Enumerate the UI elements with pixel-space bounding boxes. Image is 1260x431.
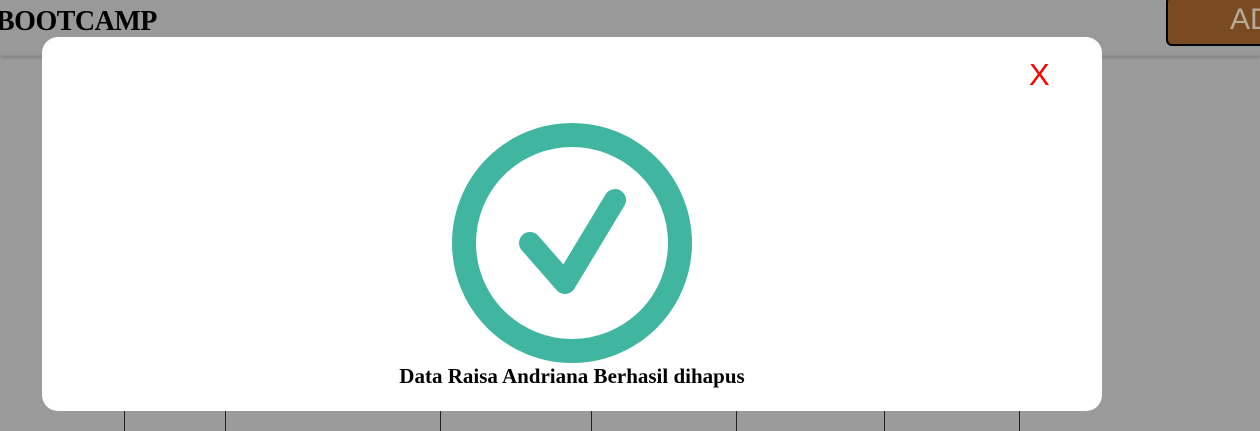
status-message-text: Data Raisa Andriana Berhasil dihapus [399,364,745,388]
status-message: Data Raisa Andriana Berhasil dihapus [42,364,1102,389]
table-column-divider [225,410,226,431]
table-column-divider [124,410,125,431]
table-column-divider [736,410,737,431]
table-behind-modal [0,410,1260,431]
table-column-divider [884,410,885,431]
table-column-divider [440,410,441,431]
table-column-divider [591,410,592,431]
success-dialog: X Data Raisa Andriana Berhasil dihapus [42,37,1102,411]
add-button[interactable]: AD [1166,0,1260,46]
brand-title: BOOTCAMP [0,6,157,37]
check-circle-icon [452,123,692,363]
close-button[interactable]: X [1029,55,1050,95]
table-column-divider [1019,410,1020,431]
